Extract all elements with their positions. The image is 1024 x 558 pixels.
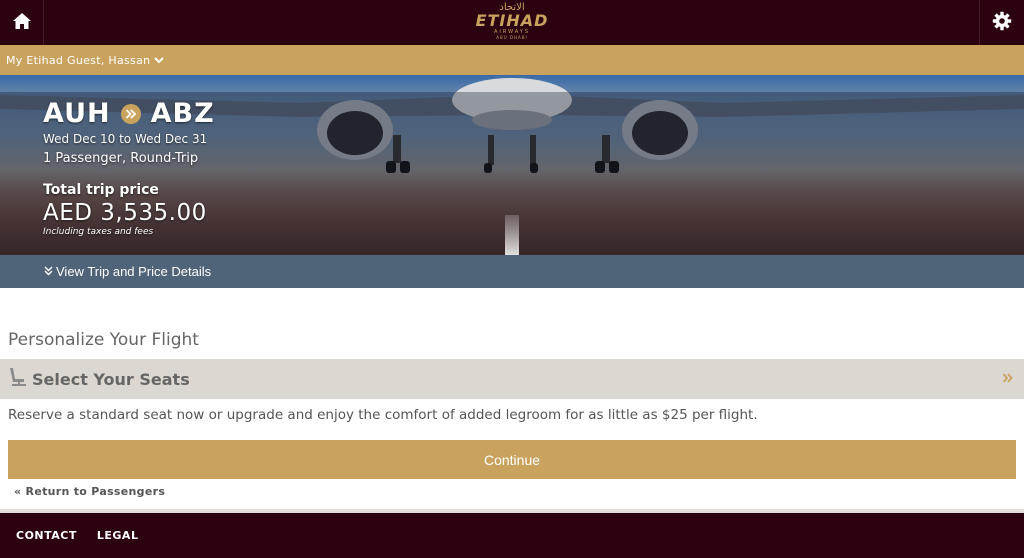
chevron-down-icon[interactable] <box>154 56 165 64</box>
total-price-amount: AED 3,535.00 <box>43 200 207 226</box>
double-chevron-right-icon <box>120 104 141 124</box>
gear-icon <box>992 11 1012 35</box>
details-bar: View Trip and Price Details <box>0 255 1024 288</box>
trip-summary-hero: AUH ABZ Wed Dec 10 to Wed Dec 31 1 Passe… <box>0 75 1024 255</box>
return-to-passengers-label: Return to Passengers <box>25 485 166 498</box>
double-chevron-left-icon: « <box>14 485 22 498</box>
seat-icon <box>8 366 28 392</box>
logo-name: ETIHAD <box>475 11 549 30</box>
passenger-summary: 1 Passenger, Round-Trip <box>43 151 199 166</box>
destination-code: ABZ <box>150 98 215 129</box>
double-chevron-right-icon[interactable] <box>1002 370 1014 389</box>
home-button[interactable] <box>0 0 44 45</box>
seats-description: Reserve a standard seat now or upgrade a… <box>8 407 758 423</box>
return-to-passengers-link[interactable]: « Return to Passengers <box>14 485 165 499</box>
etihad-logo[interactable]: الاتحاد ETIHAD AIRWAYS ABU DHABI <box>470 3 554 43</box>
runway-centerline <box>505 215 519 255</box>
select-seats-title: Select Your Seats <box>32 369 190 389</box>
view-trip-details-link[interactable]: View Trip and Price Details <box>44 264 211 279</box>
footer-contact-link[interactable]: CONTACT <box>16 529 77 542</box>
footer: CONTACT LEGAL <box>0 513 1024 558</box>
guest-bar: My Etihad Guest, Hassan <box>0 45 1024 75</box>
settings-button[interactable] <box>979 0 1024 45</box>
trip-dates: Wed Dec 10 to Wed Dec 31 <box>43 132 208 146</box>
total-price-label: Total trip price <box>43 182 159 198</box>
route: AUH ABZ <box>43 99 215 129</box>
double-chevron-down-icon <box>44 264 53 279</box>
footer-legal-link[interactable]: LEGAL <box>97 529 139 542</box>
continue-button[interactable]: Continue <box>8 440 1016 479</box>
top-bar: الاتحاد ETIHAD AIRWAYS ABU DHABI <box>0 0 1024 45</box>
taxes-note: Including taxes and fees <box>43 227 154 237</box>
select-seats-panel[interactable]: Select Your Seats <box>0 359 1024 399</box>
origin-code: AUH <box>43 98 111 129</box>
logo-city: ABU DHABI <box>496 35 528 40</box>
personalize-title: Personalize Your Flight <box>8 330 199 350</box>
guest-menu-label[interactable]: My Etihad Guest, Hassan <box>6 54 150 67</box>
home-icon <box>12 12 32 34</box>
continue-label: Continue <box>483 451 541 468</box>
view-trip-details-label: View Trip and Price Details <box>56 264 212 279</box>
